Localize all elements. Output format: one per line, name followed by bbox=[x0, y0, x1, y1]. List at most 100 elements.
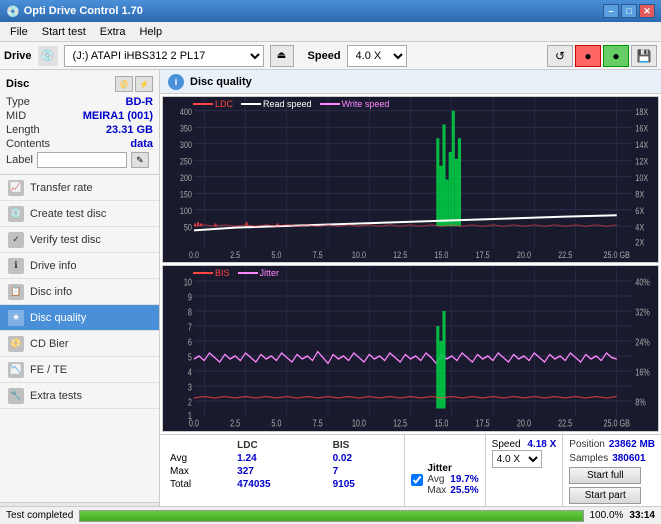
minimize-button[interactable]: – bbox=[603, 4, 619, 18]
speed-select[interactable]: 4.0 X bbox=[347, 45, 407, 67]
red-button[interactable]: ● bbox=[575, 45, 601, 67]
jitter-max-val: 25.5% bbox=[446, 485, 478, 496]
menu-help[interactable]: Help bbox=[133, 24, 168, 40]
bottom-chart: BIS Jitter bbox=[162, 265, 659, 432]
disc-type-label: Type bbox=[6, 96, 30, 108]
top-chart-svg: 400 350 300 250 200 150 100 50 18X 16X 1… bbox=[163, 97, 658, 262]
stats-total-ldc: 474035 bbox=[233, 478, 328, 491]
drive-label: Drive bbox=[4, 50, 32, 62]
nav-disc-quality[interactable]: ★ Disc quality bbox=[0, 305, 159, 331]
menu-extra[interactable]: Extra bbox=[94, 24, 132, 40]
drive-info-icon: ℹ bbox=[8, 258, 24, 274]
toolbar-buttons: ↺ ● ● 💾 bbox=[547, 45, 657, 67]
speed-dropdown-stats[interactable]: 4.0 X bbox=[492, 450, 542, 468]
svg-text:5: 5 bbox=[188, 351, 192, 363]
svg-text:8: 8 bbox=[188, 306, 192, 318]
disc-quality-icon-header: i bbox=[168, 74, 184, 90]
nav-fe-te[interactable]: 📉 FE / TE bbox=[0, 357, 159, 383]
stats-header-bis: BIS bbox=[329, 439, 399, 452]
svg-text:20.0: 20.0 bbox=[517, 249, 531, 260]
disc-length-label: Length bbox=[6, 124, 40, 136]
cd-bier-icon: 📀 bbox=[8, 336, 24, 352]
svg-text:7: 7 bbox=[188, 321, 192, 333]
samples-label: Samples bbox=[569, 453, 608, 464]
main-area: Disc 📀 ⚡ Type BD-R MID MEIRA1 (001) Leng… bbox=[0, 70, 661, 524]
svg-text:25.0 GB: 25.0 GB bbox=[604, 249, 631, 260]
nav-create-test-disc[interactable]: 💿 Create test disc bbox=[0, 201, 159, 227]
svg-text:250: 250 bbox=[180, 155, 192, 166]
samples-value: 380601 bbox=[612, 453, 645, 464]
transfer-rate-icon: 📈 bbox=[8, 180, 24, 196]
svg-text:25.0 GB: 25.0 GB bbox=[604, 417, 630, 429]
nav-extra-tests-label: Extra tests bbox=[30, 390, 82, 402]
menu-start-test[interactable]: Start test bbox=[36, 24, 92, 40]
verify-test-disc-icon: ✓ bbox=[8, 232, 24, 248]
position-value: 23862 MB bbox=[609, 439, 655, 450]
disc-label-label: Label bbox=[6, 154, 33, 166]
disc-header: Disc 📀 ⚡ bbox=[6, 76, 153, 92]
svg-text:300: 300 bbox=[180, 139, 192, 150]
app-title: Opti Drive Control 1.70 bbox=[24, 5, 143, 17]
stats-max-label: Max bbox=[166, 465, 233, 478]
svg-text:32%: 32% bbox=[635, 306, 649, 318]
svg-text:2X: 2X bbox=[635, 236, 644, 247]
jitter-label: Jitter bbox=[427, 463, 478, 474]
jitter-avg-label: Avg bbox=[427, 474, 446, 485]
progress-percent: 100.0% bbox=[590, 510, 624, 521]
stats-avg-ldc: 1.24 bbox=[233, 452, 328, 465]
drive-select[interactable]: (J:) ATAPI iHBS312 2 PL17 bbox=[64, 45, 264, 67]
svg-text:6X: 6X bbox=[635, 205, 644, 216]
nav-transfer-rate[interactable]: 📈 Transfer rate bbox=[0, 175, 159, 201]
stats-total-bis: 9105 bbox=[329, 478, 399, 491]
green-button[interactable]: ● bbox=[603, 45, 629, 67]
speed-label: Speed bbox=[308, 50, 341, 62]
sidebar: Disc 📀 ⚡ Type BD-R MID MEIRA1 (001) Leng… bbox=[0, 70, 160, 524]
svg-text:14X: 14X bbox=[635, 139, 648, 150]
position-row: Position 23862 MB bbox=[569, 439, 655, 450]
title-bar: 💿 Opti Drive Control 1.70 – □ ✕ bbox=[0, 0, 661, 22]
close-button[interactable]: ✕ bbox=[639, 4, 655, 18]
disc-label-button[interactable]: ✎ bbox=[131, 152, 149, 168]
drive-bar: Drive 💿 (J:) ATAPI iHBS312 2 PL17 ⏏ Spee… bbox=[0, 42, 661, 70]
nav-disc-info-label: Disc info bbox=[30, 286, 72, 298]
svg-text:12.5: 12.5 bbox=[393, 417, 407, 429]
svg-text:10: 10 bbox=[184, 276, 192, 288]
disc-info-icon: 📋 bbox=[8, 284, 24, 300]
disc-icon-1[interactable]: 📀 bbox=[115, 76, 133, 92]
start-full-button[interactable]: Start full bbox=[569, 467, 641, 484]
start-part-button[interactable]: Start part bbox=[569, 487, 641, 504]
svg-text:22.5: 22.5 bbox=[558, 249, 572, 260]
disc-quality-title: Disc quality bbox=[190, 76, 252, 88]
svg-text:2: 2 bbox=[188, 396, 192, 408]
nav-verify-test-disc[interactable]: ✓ Verify test disc bbox=[0, 227, 159, 253]
disc-icon-2[interactable]: ⚡ bbox=[135, 76, 153, 92]
nav-extra-tests[interactable]: 🔧 Extra tests bbox=[0, 383, 159, 409]
nav-cd-bier-label: CD Bier bbox=[30, 338, 69, 350]
svg-text:17.5: 17.5 bbox=[476, 417, 490, 429]
disc-contents-value: data bbox=[130, 138, 153, 150]
svg-text:24%: 24% bbox=[635, 336, 649, 348]
progress-time: 33:14 bbox=[629, 510, 655, 521]
jitter-checkbox[interactable] bbox=[411, 474, 423, 486]
extra-tests-icon: 🔧 bbox=[8, 388, 24, 404]
eject-button[interactable]: ⏏ bbox=[270, 45, 294, 67]
nav-drive-info[interactable]: ℹ Drive info bbox=[0, 253, 159, 279]
svg-text:20.0: 20.0 bbox=[517, 417, 531, 429]
position-label: Position bbox=[569, 439, 605, 450]
legend-bis: BIS bbox=[193, 268, 230, 278]
disc-label-input[interactable] bbox=[37, 152, 127, 168]
app-icon: 💿 bbox=[6, 5, 20, 18]
menu-file[interactable]: File bbox=[4, 24, 34, 40]
nav-disc-quality-label: Disc quality bbox=[30, 312, 86, 324]
refresh-button[interactable]: ↺ bbox=[547, 45, 573, 67]
save-button[interactable]: 💾 bbox=[631, 45, 657, 67]
maximize-button[interactable]: □ bbox=[621, 4, 637, 18]
svg-text:6: 6 bbox=[188, 336, 192, 348]
disc-contents-row: Contents data bbox=[6, 138, 153, 150]
nav-disc-info[interactable]: 📋 Disc info bbox=[0, 279, 159, 305]
content-area: i Disc quality LDC Read speed bbox=[160, 70, 661, 524]
nav-cd-bier[interactable]: 📀 CD Bier bbox=[0, 331, 159, 357]
svg-text:10.0: 10.0 bbox=[352, 417, 366, 429]
stats-total-label: Total bbox=[166, 478, 233, 491]
speed-label-text: Speed bbox=[492, 439, 521, 450]
